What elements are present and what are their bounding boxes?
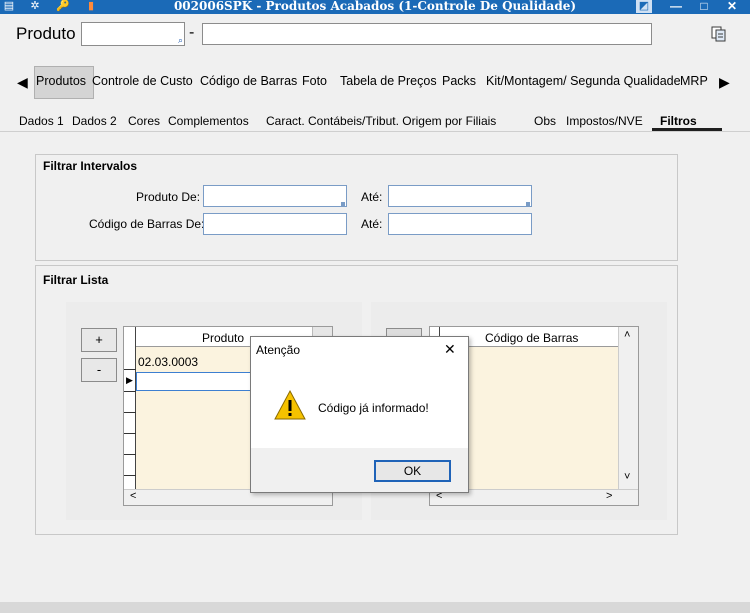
remove-product-button[interactable]: - [81, 358, 117, 382]
barcode-from-input[interactable] [203, 213, 347, 235]
tabs-scroll-left-icon[interactable]: ◀ [17, 74, 28, 91]
dialog-close-button[interactable]: ✕ [444, 341, 456, 358]
subtab-dados-1[interactable]: Dados 1 [19, 114, 64, 128]
status-bar [0, 602, 750, 613]
subtab-impostos-nve[interactable]: Impostos/NVE [566, 114, 643, 128]
lookup-icon[interactable] [526, 202, 530, 206]
tab-mrp[interactable]: MRP [680, 74, 708, 88]
tab-codigo-de-barras[interactable]: Código de Barras [200, 74, 297, 88]
minimize-button[interactable]: — [664, 0, 688, 13]
subtab-complementos[interactable]: Complementos [168, 114, 249, 128]
lookup-icon[interactable] [341, 202, 345, 206]
barcode-column-header-label: Código de Barras [485, 331, 579, 345]
vertical-scrollbar[interactable]: ˄ ˅ [618, 327, 638, 489]
title-bar: ▤ ✲ 🔑 ▮ 002006SPK - Produtos Acabados (1… [0, 0, 750, 14]
scroll-left-icon[interactable]: < [130, 490, 136, 502]
dialog-footer: OK [251, 448, 468, 492]
list-filter-title: Filtrar Lista [43, 273, 109, 287]
product-to-label: Até: [361, 190, 383, 204]
barcode-from-label: Código de Barras De: [89, 217, 205, 231]
interval-filter-group: Filtrar Intervalos Produto De: Até: Códi… [35, 154, 678, 261]
barcode-to-input[interactable] [388, 213, 532, 235]
tab-foto[interactable]: Foto [302, 74, 327, 88]
dialog-message: Código já informado! [318, 401, 429, 415]
barcode-to-label: Até: [361, 217, 383, 231]
subtab-cores[interactable]: Cores [128, 114, 160, 128]
tab-produtos[interactable]: Produtos [36, 74, 86, 88]
main-tabs: ◀ Produtos Controle de Custo Código de B… [11, 66, 738, 100]
product-row-edit-input[interactable] [136, 372, 252, 391]
maximize-button[interactable]: □ [692, 0, 716, 13]
warning-icon [273, 389, 307, 421]
product-description-input[interactable] [202, 23, 652, 45]
tab-packs[interactable]: Packs [442, 74, 476, 88]
close-button[interactable]: ✕ [720, 0, 744, 13]
product-from-input[interactable] [203, 185, 347, 207]
ok-button[interactable]: OK [374, 460, 451, 482]
attention-dialog: Atenção ✕ Código já informado! OK [250, 336, 469, 493]
image-icon[interactable]: ◩ [636, 0, 652, 13]
subtab-caract-contabeis[interactable]: Caract. Contábeis/Tribut. Origem por Fil… [266, 114, 496, 128]
tab-controle-de-custo[interactable]: Controle de Custo [92, 74, 193, 88]
current-row-arrow-icon: ▶ [126, 375, 133, 385]
product-from-label: Produto De: [136, 190, 201, 204]
interval-filter-title: Filtrar Intervalos [43, 159, 138, 173]
lookup-icon[interactable]: ⌕ [178, 35, 183, 46]
add-product-button[interactable]: + [81, 328, 117, 352]
product-code-input[interactable]: ⌕ [81, 22, 185, 46]
subtab-divider [0, 131, 750, 132]
scroll-right-icon[interactable]: > [606, 490, 612, 502]
scroll-up-icon[interactable]: ˄ [624, 329, 630, 341]
subtab-filtros[interactable]: Filtros [660, 114, 697, 128]
scroll-down-icon[interactable]: ˅ [624, 471, 630, 483]
tab-kit-montagem[interactable]: Kit/Montagem/ Segunda Qualidade [486, 74, 681, 88]
product-label: Produto [16, 24, 76, 43]
subtab-obs[interactable]: Obs [534, 114, 556, 128]
row-indicator-column: ▶ [124, 327, 136, 505]
dash-separator: - [189, 24, 195, 41]
product-row-value[interactable]: 02.03.0003 [138, 355, 198, 369]
copy-icon[interactable] [711, 26, 727, 42]
dialog-title: Atenção [256, 343, 301, 357]
product-column-header-label: Produto [202, 331, 245, 345]
product-to-input[interactable] [388, 185, 532, 207]
tab-tabela-de-precos[interactable]: Tabela de Preços [340, 74, 437, 88]
tabs-scroll-right-icon[interactable]: ▶ [719, 74, 730, 91]
subtab-dados-2[interactable]: Dados 2 [72, 114, 117, 128]
